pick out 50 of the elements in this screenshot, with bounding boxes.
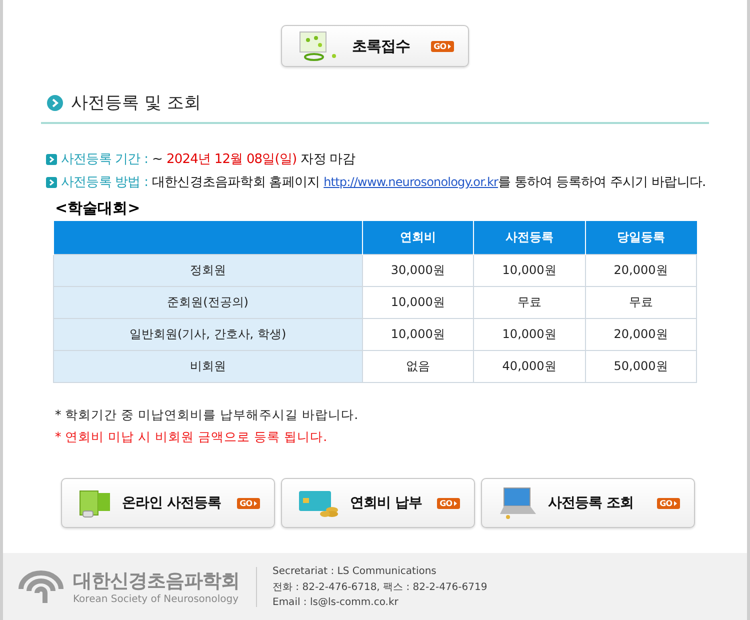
table-cell: 50,000원: [585, 350, 696, 382]
header-cell: 당일등록: [585, 221, 696, 254]
contact-text: 전화 : 82-2-476-6718, 팩스 : 82-2-476-6719: [272, 580, 488, 594]
note-text: * 학회기간 중 미납연회비를 납부해주시길 바랍니다.: [55, 407, 360, 424]
table-cell: 40,000원: [474, 350, 586, 382]
table-cell: 준회원(전공의): [54, 286, 362, 318]
info-text: 를 통하여 등록하여 주시기 바랍니다.: [498, 174, 706, 191]
info-label: 사전등록 기간 :: [61, 151, 148, 168]
table-cell: 비회원: [54, 350, 362, 382]
action-button[interactable]: 연회비 납부 GO: [281, 478, 475, 528]
logo-subtitle: Korean Society of Neurosonology: [73, 594, 240, 605]
go-badge: GO: [236, 498, 260, 508]
table-cell: 10,000원: [362, 318, 474, 350]
go-badge: GO: [656, 498, 680, 508]
header-cell: 연회비: [362, 221, 474, 254]
go-badge: GO: [436, 498, 460, 508]
homepage-link[interactable]: http://www.neurosonology.or.kr: [324, 175, 498, 189]
table-cell: 10,000원: [474, 254, 586, 286]
contact-text: Secretariat : LS Communications: [272, 566, 438, 576]
arrow-icon: [46, 176, 57, 188]
section-title: 사전등록 및 조회: [71, 92, 201, 114]
bullet-icon: [47, 94, 63, 110]
info-text: ~: [152, 152, 163, 166]
table-cell: 10,000원: [474, 318, 586, 350]
credit-card-icon: [298, 488, 340, 518]
abstract-submission-button[interactable]: 초록접수 GO: [281, 25, 469, 67]
note-text: * 연회비 미납 시 비회원 금액으로 등록 됩니다.: [55, 429, 328, 446]
go-badge: GO: [430, 40, 454, 52]
table-cell: 일반회원(기사, 간호사, 학생): [54, 318, 362, 350]
table-cell: 무료: [585, 286, 696, 318]
header-cell: 사전등록: [474, 221, 586, 254]
table-cell: 정회원: [54, 254, 362, 286]
laptop-icon: [498, 486, 538, 520]
table-cell: 10,000원: [362, 286, 474, 318]
info-text: 2024년 12월 08일(일): [166, 151, 297, 168]
table-cell: 30,000원: [362, 254, 474, 286]
table-heading: <학술대회>: [55, 199, 142, 218]
info-text: 자정 마감: [300, 151, 355, 168]
info-text: 대한신경초음파학회 홈페이지: [152, 174, 320, 191]
table-cell: 무료: [474, 286, 586, 318]
action-button[interactable]: 사전등록 조회 GO: [481, 478, 695, 528]
table-cell: 20,000원: [585, 318, 696, 350]
info-label: 사전등록 방법 :: [61, 174, 148, 191]
ear-logo-icon: [17, 568, 65, 604]
table-cell: 없음: [362, 350, 474, 382]
action-button[interactable]: 온라인 사전등록 GO: [61, 478, 275, 528]
table-cell: 20,000원: [585, 254, 696, 286]
contact-text: Email : ls@ls-comm.co.kr: [272, 596, 400, 608]
logo-name: 대한신경초음파학회: [73, 569, 240, 594]
arrow-icon: [46, 154, 57, 164]
